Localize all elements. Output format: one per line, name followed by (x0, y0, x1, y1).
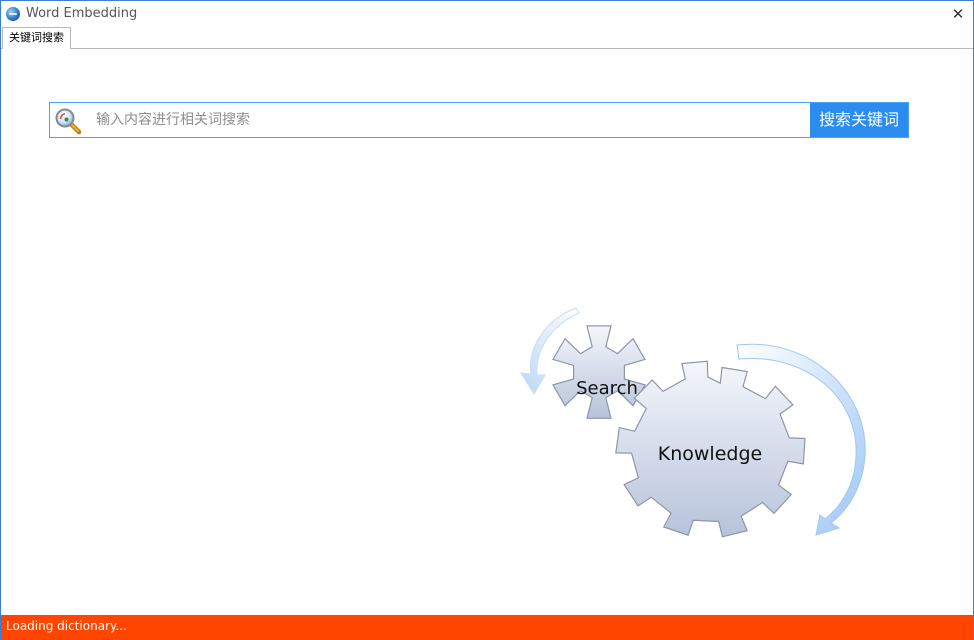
tab-keyword-search[interactable]: 关键词搜索 (2, 27, 71, 49)
search-input[interactable] (94, 104, 808, 136)
status-bar: Loading dictionary... (1, 615, 973, 639)
globe-icon (6, 7, 20, 21)
tab-bar: 关键词搜索 (1, 27, 973, 49)
close-icon: ✕ (951, 5, 965, 23)
knowledge-gear-label: Knowledge (658, 443, 762, 465)
search-gear: Search (552, 325, 646, 419)
search-gear-label: Search (576, 378, 638, 399)
search-bar: 搜索关键词 (49, 102, 909, 138)
title-bar: Word Embedding ✕ (1, 1, 973, 27)
search-keyword-button[interactable]: 搜索关键词 (810, 103, 908, 137)
close-button[interactable]: ✕ (943, 2, 973, 26)
window-title: Word Embedding (26, 6, 138, 21)
knowledge-gear: Knowledge (615, 360, 806, 538)
status-text: Loading dictionary... (6, 619, 127, 633)
magnifier-icon (54, 107, 82, 135)
gears-illustration: Search Knowledge (509, 301, 879, 551)
app-window: Word Embedding ✕ 关键词搜索 输入内容进行相关词搜索 搜索关键词… (0, 0, 974, 640)
